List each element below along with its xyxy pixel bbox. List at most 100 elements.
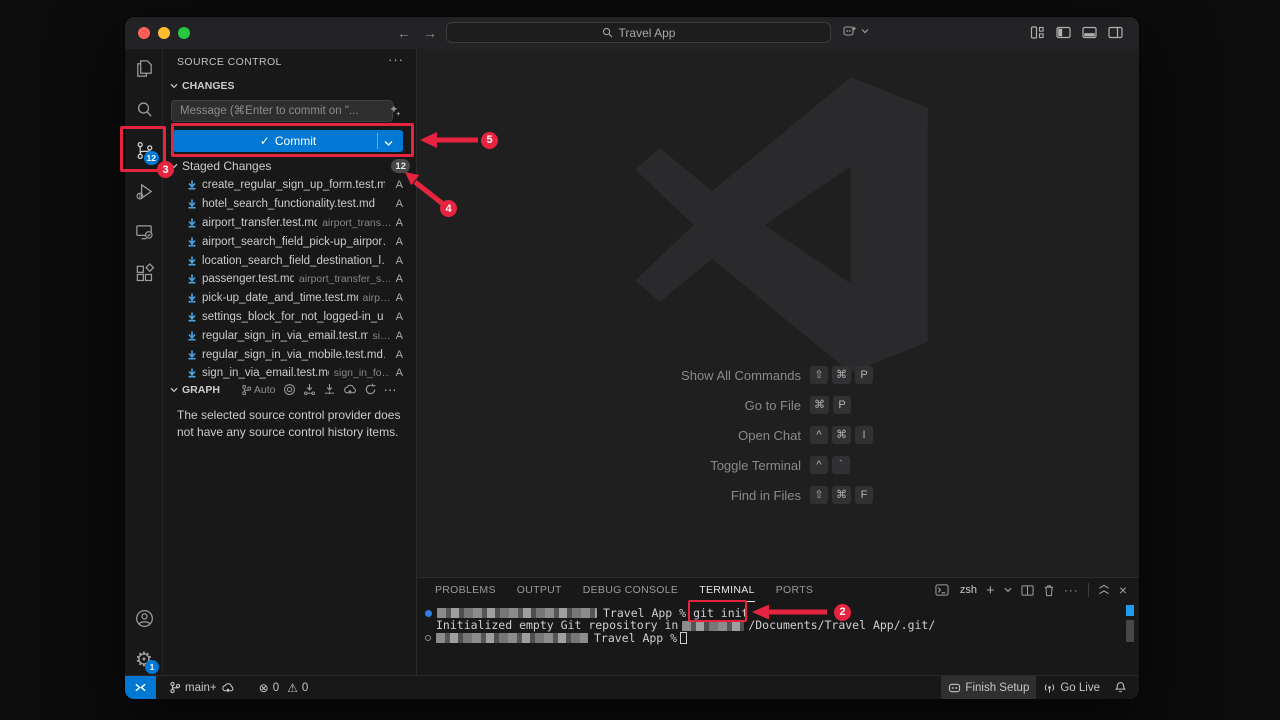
branch-name: main+ [185,682,217,694]
terminal-profile-chevron-icon[interactable] [1004,587,1012,593]
staged-changes-label: Staged Changes [182,159,271,173]
graph-label: GRAPH [182,384,220,396]
markdown-file-icon [187,199,197,209]
panel-tab-bar: PROBLEMS OUTPUT DEBUG CONSOLE TERMINAL P… [435,578,813,602]
fetch-icon[interactable] [303,383,316,396]
annotation-box-git-init [688,600,747,622]
list-item[interactable]: regular_sign_in_via_email.test.mdsi…A [163,326,417,345]
list-item[interactable]: passenger.test.mdairport_transfer_s…A [163,270,417,289]
toggle-panel-icon[interactable] [1082,25,1097,40]
graph-branch-auto[interactable]: Auto [241,384,276,396]
tab-terminal[interactable]: TERMINAL [699,578,755,602]
twist-down-icon [170,387,178,393]
manage-gear-icon[interactable]: ⚙ 1 [125,640,163,678]
explorer-icon[interactable] [125,49,163,87]
titlebar: ← → Travel App [125,17,1139,49]
redacted-hostname [437,608,597,618]
annotation-step-badge: 3 [157,161,174,178]
close-window-button[interactable] [138,27,150,39]
command-center-search[interactable]: Travel App [446,22,831,43]
terminal-scrollbar-thumb[interactable] [1126,620,1134,642]
list-item[interactable]: location_search_field_destination_l…A [163,251,417,270]
cloud-icon[interactable] [343,383,357,396]
go-live-button[interactable]: Go Live [1036,676,1107,700]
remote-explorer-icon[interactable] [125,213,163,251]
status-bar-right: Finish Setup Go Live [941,676,1139,700]
markdown-file-icon [187,218,197,228]
refresh-icon[interactable] [364,383,377,396]
notifications-bell[interactable] [1107,676,1139,700]
problems-status-item[interactable]: ⊗ 0 ⚠ 0 [252,676,316,700]
shell-label: zsh [960,584,977,596]
generate-commit-message-icon[interactable] [389,104,402,120]
extensions-icon[interactable] [125,254,163,292]
search-view-icon[interactable] [125,90,163,128]
warning-icon: ⚠ [287,681,298,695]
commit-message-input[interactable] [171,100,393,122]
status-badge: A [390,179,403,191]
markdown-file-icon [187,237,197,247]
status-badge: A [390,330,403,342]
back-icon[interactable]: ← [397,25,411,41]
list-item[interactable]: airport_transfer.test.mdairport_trans…A [163,214,417,233]
pull-icon[interactable] [323,383,336,396]
list-item[interactable]: create_regular_sign_up_form.test.mdA [163,176,417,195]
split-terminal-icon[interactable] [1021,584,1034,597]
error-count: 0 [273,682,279,694]
manage-badge: 1 [145,660,159,674]
list-item[interactable]: airport_search_field_pick-up_airpor…A [163,232,417,251]
key-cap: ^ [810,426,828,444]
markdown-file-icon [187,368,197,378]
key-cap: ` [832,456,850,474]
tab-ports[interactable]: PORTS [776,578,813,602]
staged-changes-header[interactable]: Staged Changes 12 [170,159,410,173]
markdown-file-icon [187,331,197,341]
copilot-menu[interactable] [842,23,869,39]
tab-output[interactable]: OUTPUT [517,578,562,602]
forward-icon[interactable]: → [423,25,437,41]
list-item[interactable]: sign_in_via_email.test.mdsign_in_fo…A [163,364,417,383]
redacted-hostname [436,633,588,643]
vscode-window: ← → Travel App [124,16,1140,700]
search-icon [602,27,613,38]
sidebar-title: SOURCE CONTROL [177,56,282,68]
list-item[interactable]: settings_block_for_not_logged-in_u…A [163,308,417,327]
status-badge: A [390,367,403,379]
graph-more-actions[interactable]: ··· [384,382,397,397]
tab-problems[interactable]: PROBLEMS [435,578,496,602]
sidebar-more-actions[interactable]: ··· [388,52,404,67]
maximize-panel-icon[interactable] [1098,584,1110,596]
workspace-title: Travel App [619,26,676,40]
minimize-window-button[interactable] [158,27,170,39]
new-terminal-button[interactable]: + [986,582,995,599]
shortcut-row: Find in Files ⇧⌘F [417,485,1139,505]
run-debug-icon[interactable] [125,172,163,210]
editor-area: Show All Commands ⇧⌘P Go to File ⌘P Open… [417,49,1139,675]
toggle-sidebar-icon[interactable] [1056,25,1071,40]
terminal-icon [935,583,949,597]
target-icon[interactable] [283,383,296,396]
finish-setup-button[interactable]: Finish Setup [941,676,1036,700]
tab-debug-console[interactable]: DEBUG CONSOLE [583,578,679,602]
graph-section-header[interactable]: GRAPH Auto ··· [170,382,410,397]
maximize-window-button[interactable] [178,27,190,39]
toggle-secondary-sidebar-icon[interactable] [1108,25,1123,40]
list-item[interactable]: regular_sign_in_via_mobile.test.md…A [163,345,417,364]
close-panel-button[interactable]: × [1119,582,1127,598]
customize-layout-icon[interactable] [1030,25,1045,40]
branch-status-item[interactable]: main+ [162,676,242,700]
terminal-content[interactable]: Travel App % git init Initialized empty … [425,607,1121,644]
branch-icon [241,384,252,396]
list-item[interactable]: hotel_search_functionality.test.mdA [163,195,417,214]
changes-section-header[interactable]: CHANGES [170,80,235,92]
annotation-step-badge: 2 [834,604,851,621]
accounts-icon[interactable] [125,599,163,637]
panel-more-actions[interactable]: ··· [1064,583,1079,597]
remote-indicator[interactable] [125,676,156,700]
remote-icon [134,681,147,694]
status-badge: A [390,273,403,285]
annotation-step-badge: 4 [440,200,457,217]
command-success-indicator [425,610,432,617]
kill-terminal-trash-icon[interactable] [1043,584,1055,597]
list-item[interactable]: pick-up_date_and_time.test.mdairp…A [163,289,417,308]
